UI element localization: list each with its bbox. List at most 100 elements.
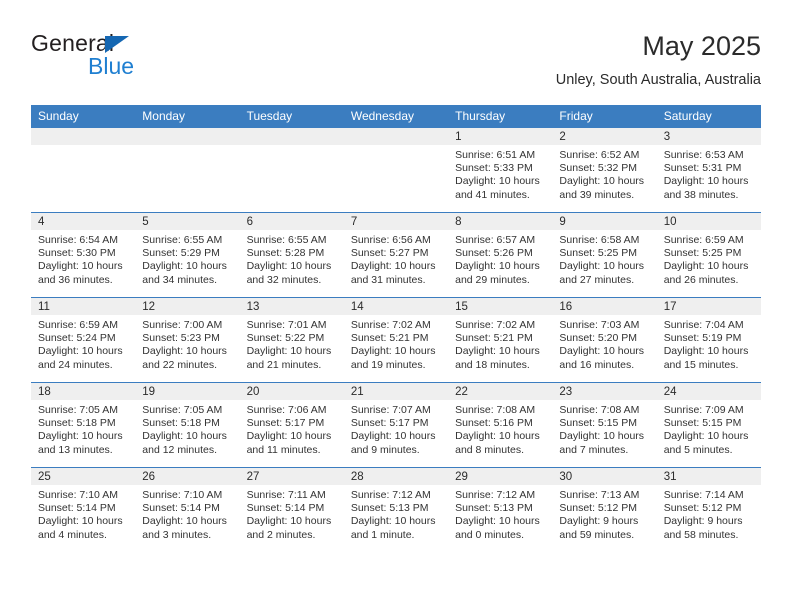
sunset-text: Sunset: 5:13 PM	[350, 502, 429, 515]
day-cell[interactable]	[135, 128, 240, 213]
day-cell[interactable]: 22 Sunrise: 7:08 AM Sunset: 5:16 PM Dayl…	[448, 382, 553, 468]
general-blue-logo: General Blue	[31, 30, 251, 90]
daylight-text-line2: and 19 minutes.	[350, 358, 426, 371]
day-number: 12	[135, 298, 240, 315]
day-details: Sunrise: 7:05 AM Sunset: 5:18 PM Dayligh…	[31, 400, 135, 457]
daylight-text-line1: Daylight: 10 hours	[559, 345, 645, 358]
day-details: Sunrise: 7:02 AM Sunset: 5:21 PM Dayligh…	[448, 315, 552, 372]
daylight-text-line2: and 41 minutes.	[455, 188, 530, 201]
day-cell[interactable]: 29 Sunrise: 7:12 AM Sunset: 5:13 PM Dayl…	[448, 467, 553, 552]
day-cell[interactable]: 2 Sunrise: 6:52 AM Sunset: 5:32 PM Dayli…	[552, 128, 657, 213]
day-cell[interactable]: 9 Sunrise: 6:58 AM Sunset: 5:25 PM Dayli…	[552, 212, 657, 298]
sunrise-text: Sunrise: 7:02 AM	[350, 319, 431, 331]
day-cell[interactable]: 5 Sunrise: 6:55 AM Sunset: 5:29 PM Dayli…	[135, 212, 240, 298]
daylight-text-line1: Daylight: 10 hours	[38, 345, 123, 358]
day-cell[interactable]: 21 Sunrise: 7:07 AM Sunset: 5:17 PM Dayl…	[343, 382, 449, 468]
daylight-text-line1: Daylight: 10 hours	[142, 260, 227, 273]
sunset-text: Sunset: 5:25 PM	[559, 247, 638, 260]
day-number: 7	[343, 213, 449, 230]
day-cell[interactable]: 18 Sunrise: 7:05 AM Sunset: 5:18 PM Dayl…	[31, 382, 136, 468]
daylight-text-line1: Daylight: 10 hours	[350, 515, 436, 528]
day-cell[interactable]: 4 Sunrise: 6:54 AM Sunset: 5:30 PM Dayli…	[31, 212, 136, 298]
daylight-text-line1: Daylight: 10 hours	[246, 430, 332, 443]
day-cell[interactable]: 16 Sunrise: 7:03 AM Sunset: 5:20 PM Dayl…	[552, 297, 657, 383]
daylight-text-line2: and 9 minutes.	[350, 443, 420, 456]
day-cell[interactable]: 20 Sunrise: 7:06 AM Sunset: 5:17 PM Dayl…	[239, 382, 344, 468]
day-cell[interactable]: 26 Sunrise: 7:10 AM Sunset: 5:14 PM Dayl…	[135, 467, 240, 552]
day-cell[interactable]: 8 Sunrise: 6:57 AM Sunset: 5:26 PM Dayli…	[448, 212, 553, 298]
sunrise-text: Sunrise: 7:10 AM	[142, 489, 223, 501]
day-cell[interactable]: 12 Sunrise: 7:00 AM Sunset: 5:23 PM Dayl…	[135, 297, 240, 383]
day-cell[interactable]: 14 Sunrise: 7:02 AM Sunset: 5:21 PM Dayl…	[343, 297, 449, 383]
sunrise-text: Sunrise: 7:13 AM	[559, 489, 640, 501]
day-number: 5	[135, 213, 240, 230]
daylight-text-line1: Daylight: 10 hours	[559, 260, 645, 273]
daylight-text-line2: and 29 minutes.	[455, 273, 530, 286]
daylight-text-line2: and 26 minutes.	[663, 273, 739, 286]
day-details: Sunrise: 7:07 AM Sunset: 5:17 PM Dayligh…	[344, 400, 448, 457]
daylight-text-line1: Daylight: 10 hours	[455, 260, 540, 273]
daylight-text-line1: Daylight: 10 hours	[38, 260, 123, 273]
day-number: 13	[239, 298, 344, 315]
sunrise-text: Sunrise: 7:05 AM	[142, 404, 223, 416]
day-cell[interactable]: 6 Sunrise: 6:55 AM Sunset: 5:28 PM Dayli…	[239, 212, 344, 298]
sunset-text: Sunset: 5:25 PM	[663, 247, 742, 260]
logo-text-blue: Blue	[88, 53, 135, 79]
day-details: Sunrise: 7:08 AM Sunset: 5:16 PM Dayligh…	[448, 400, 552, 457]
day-cell[interactable]	[239, 128, 344, 213]
day-cell[interactable]: 28 Sunrise: 7:12 AM Sunset: 5:13 PM Dayl…	[343, 467, 449, 552]
daylight-text-line1: Daylight: 10 hours	[350, 345, 436, 358]
day-cell[interactable]	[31, 128, 136, 213]
daylight-text-line2: and 8 minutes.	[455, 443, 525, 456]
day-details: Sunrise: 7:12 AM Sunset: 5:13 PM Dayligh…	[344, 485, 448, 542]
sunset-text: Sunset: 5:28 PM	[246, 247, 325, 260]
day-cell[interactable]: 13 Sunrise: 7:01 AM Sunset: 5:22 PM Dayl…	[239, 297, 344, 383]
day-details: Sunrise: 7:10 AM Sunset: 5:14 PM Dayligh…	[31, 485, 135, 542]
sunset-text: Sunset: 5:17 PM	[246, 417, 325, 430]
day-cell[interactable]: 7 Sunrise: 6:56 AM Sunset: 5:27 PM Dayli…	[343, 212, 449, 298]
sunrise-text: Sunrise: 7:08 AM	[559, 404, 640, 416]
calendar-week-row: 4 Sunrise: 6:54 AM Sunset: 5:30 PM Dayli…	[31, 212, 761, 298]
sunrise-text: Sunrise: 7:02 AM	[455, 319, 536, 331]
day-details: Sunrise: 6:55 AM Sunset: 5:29 PM Dayligh…	[135, 230, 239, 287]
day-details: Sunrise: 6:58 AM Sunset: 5:25 PM Dayligh…	[552, 230, 656, 287]
day-cell[interactable]: 24 Sunrise: 7:09 AM Sunset: 5:15 PM Dayl…	[656, 382, 761, 468]
day-cell[interactable]	[343, 128, 449, 213]
daylight-text-line2: and 12 minutes.	[142, 443, 217, 456]
day-cell[interactable]: 1 Sunrise: 6:51 AM Sunset: 5:33 PM Dayli…	[448, 128, 553, 213]
daylight-text-line1: Daylight: 10 hours	[246, 345, 332, 358]
sunrise-text: Sunrise: 6:53 AM	[663, 149, 744, 161]
daylight-text-line1: Daylight: 10 hours	[559, 430, 645, 443]
day-cell[interactable]: 11 Sunrise: 6:59 AM Sunset: 5:24 PM Dayl…	[31, 297, 136, 383]
day-details: Sunrise: 6:57 AM Sunset: 5:26 PM Dayligh…	[448, 230, 552, 287]
daylight-text-line1: Daylight: 10 hours	[38, 430, 123, 443]
daylight-text-line1: Daylight: 10 hours	[455, 345, 540, 358]
sunrise-text: Sunrise: 7:06 AM	[246, 404, 327, 416]
day-cell[interactable]: 27 Sunrise: 7:11 AM Sunset: 5:14 PM Dayl…	[239, 467, 344, 552]
day-cell[interactable]: 17 Sunrise: 7:04 AM Sunset: 5:19 PM Dayl…	[656, 297, 761, 383]
sunrise-text: Sunrise: 7:03 AM	[559, 319, 640, 331]
day-cell[interactable]: 23 Sunrise: 7:08 AM Sunset: 5:15 PM Dayl…	[552, 382, 657, 468]
daylight-text-line1: Daylight: 10 hours	[663, 345, 749, 358]
day-details: Sunrise: 6:55 AM Sunset: 5:28 PM Dayligh…	[240, 230, 344, 287]
sunset-text: Sunset: 5:27 PM	[350, 247, 429, 260]
day-number: 6	[239, 213, 344, 230]
day-details	[240, 145, 344, 149]
daylight-text-line2: and 31 minutes.	[350, 273, 426, 286]
day-cell[interactable]: 31 Sunrise: 7:14 AM Sunset: 5:12 PM Dayl…	[656, 467, 761, 552]
daylight-text-line2: and 21 minutes.	[246, 358, 322, 371]
day-details: Sunrise: 7:05 AM Sunset: 5:18 PM Dayligh…	[135, 400, 239, 457]
sunrise-text: Sunrise: 7:11 AM	[246, 489, 326, 501]
daylight-text-line2: and 34 minutes.	[142, 273, 217, 286]
day-cell[interactable]: 30 Sunrise: 7:13 AM Sunset: 5:12 PM Dayl…	[552, 467, 657, 552]
day-number: 15	[448, 298, 553, 315]
calendar-week-row: 18 Sunrise: 7:05 AM Sunset: 5:18 PM Dayl…	[31, 382, 761, 468]
daylight-text-line1: Daylight: 10 hours	[455, 175, 540, 188]
sunrise-text: Sunrise: 6:56 AM	[350, 234, 431, 246]
day-cell[interactable]: 25 Sunrise: 7:10 AM Sunset: 5:14 PM Dayl…	[31, 467, 136, 552]
day-cell[interactable]: 15 Sunrise: 7:02 AM Sunset: 5:21 PM Dayl…	[448, 297, 553, 383]
day-cell[interactable]: 3 Sunrise: 6:53 AM Sunset: 5:31 PM Dayli…	[656, 128, 761, 213]
day-number: 9	[552, 213, 657, 230]
day-cell[interactable]: 19 Sunrise: 7:05 AM Sunset: 5:18 PM Dayl…	[135, 382, 240, 468]
day-cell[interactable]: 10 Sunrise: 6:59 AM Sunset: 5:25 PM Dayl…	[656, 212, 761, 298]
